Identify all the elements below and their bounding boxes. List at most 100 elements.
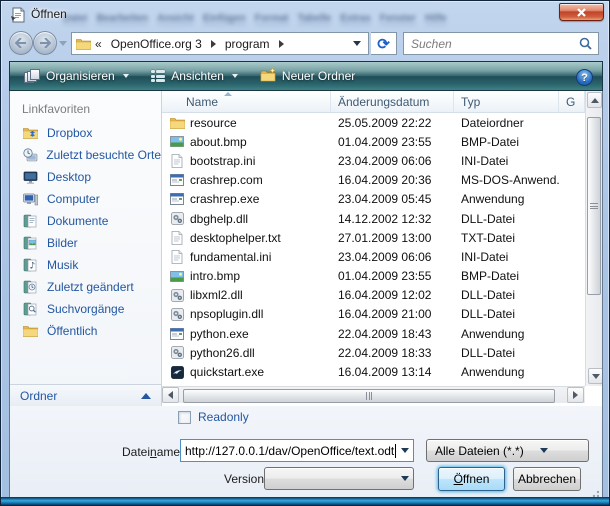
file-name: dbghelp.dll (190, 212, 248, 226)
chevron-right-icon[interactable] (279, 40, 284, 48)
file-row[interactable]: fundamental.ini23.04.2009 06:06INI-Datei (162, 247, 585, 266)
file-row[interactable]: python26.dll22.04.2009 18:33DLL-Datei (162, 343, 585, 362)
scroll-right-button[interactable] (567, 387, 584, 403)
file-name: about.bmp (190, 135, 247, 149)
column-header-size[interactable]: G (559, 91, 585, 112)
search-icon[interactable] (579, 37, 592, 50)
file-row[interactable]: bootstrap.ini23.04.2009 06:06INI-Datei (162, 151, 585, 170)
file-type: DLL-Datei (454, 212, 559, 226)
filetype-select[interactable]: Alle Dateien (*.*) (426, 439, 589, 462)
version-dropdown-button[interactable] (396, 468, 413, 489)
searches-icon (22, 301, 39, 317)
background-menu-item: Format (255, 13, 289, 25)
readonly-checkbox[interactable] (178, 411, 191, 424)
file-row[interactable]: npsoplugin.dll16.04.2009 21:00DLL-Datei (162, 305, 585, 324)
close-button[interactable] (559, 3, 604, 21)
sidebar-item-computer[interactable]: Computer (10, 188, 161, 210)
background-menu-item: Tabelle (298, 13, 332, 25)
views-button[interactable]: Ansichten (143, 64, 246, 88)
chevron-up-icon (141, 393, 151, 399)
breadcrumb-overflow[interactable]: « (95, 37, 102, 51)
help-button[interactable]: ? (576, 69, 593, 86)
sidebar-item-label: Desktop (47, 170, 91, 184)
file-date: 01.04.2009 23:55 (331, 269, 454, 283)
new-folder-button[interactable]: Neuer Ordner (252, 64, 363, 88)
scroll-down-button[interactable] (588, 368, 602, 384)
readonly-label[interactable]: Readonly (198, 410, 249, 424)
breadcrumb-item-program[interactable]: program (222, 37, 273, 51)
address-dropdown[interactable] (353, 41, 361, 46)
file-type: BMP-Datei (454, 135, 559, 149)
column-header-date[interactable]: Änderungsdatum (331, 91, 454, 112)
search-placeholder: Suchen (411, 37, 579, 51)
recent-places-icon (22, 147, 38, 163)
column-header-type[interactable]: Typ (454, 91, 559, 112)
file-row[interactable]: resource25.05.2009 22:22Dateiordner (162, 113, 585, 132)
organize-icon (24, 69, 40, 83)
background-menu-item: Hilfe (425, 13, 447, 25)
sidebar-item--ffentlich[interactable]: Öffentlich (10, 320, 161, 342)
sidebar-item-suchvorg-nge[interactable]: Suchvorgänge (10, 298, 161, 320)
sidebar-item-desktop[interactable]: Desktop (10, 166, 161, 188)
sidebar-item-label: Musik (47, 258, 78, 272)
file-date: 22.04.2009 18:43 (331, 327, 454, 341)
chevron-right-icon[interactable] (211, 40, 216, 48)
refresh-button[interactable]: ⟳ (371, 32, 397, 55)
sidebar-item-label: Öffentlich (47, 324, 97, 338)
file-row[interactable]: libxml2.dll16.04.2009 12:02DLL-Datei (162, 286, 585, 305)
background-menu-item: Einfügen (203, 13, 246, 25)
close-icon (577, 8, 586, 17)
organize-button[interactable]: Organisieren (16, 64, 137, 88)
open-button[interactable]: Öffnen (438, 467, 505, 491)
file-row[interactable]: quickstart.exe16.04.2009 13:14Anwendung (162, 362, 585, 381)
breadcrumb[interactable]: « OpenOffice.org 3 program (71, 32, 369, 55)
sidebar-item-zuletzt-ge-ndert[interactable]: Zuletzt geändert (10, 276, 161, 298)
horizontal-scrollbar[interactable] (162, 386, 585, 403)
folders-expander[interactable]: Ordner (10, 384, 161, 406)
titlebar[interactable]: Öffnen DateiBearbeitenAnsichtEinfügenFor… (1, 1, 610, 29)
filename-dropdown-button[interactable] (396, 440, 413, 461)
version-select[interactable] (264, 467, 414, 490)
file-name: python.exe (190, 327, 249, 341)
filetype-dropdown-button[interactable] (532, 440, 549, 461)
file-row[interactable]: python.exe22.04.2009 18:43Anwendung (162, 324, 585, 343)
file-row[interactable]: dbghelp.dll14.12.2002 12:32DLL-Datei (162, 209, 585, 228)
file-date: 22.04.2009 18:33 (331, 346, 454, 360)
forward-button[interactable] (33, 31, 57, 55)
scroll-left-button[interactable] (162, 387, 179, 403)
file-type: Anwendung (454, 365, 559, 379)
file-row[interactable]: intro.bmp01.04.2009 23:55BMP-Datei (162, 267, 585, 286)
file-row[interactable]: desktophelper.txt27.01.2009 13:00TXT-Dat… (162, 228, 585, 247)
sidebar-item-dokumente[interactable]: Dokumente (10, 210, 161, 232)
sidebar-item-musik[interactable]: ♪Musik (10, 254, 161, 276)
search-input[interactable]: Suchen (403, 32, 599, 55)
file-row[interactable]: about.bmp01.04.2009 23:55BMP-Datei (162, 132, 585, 151)
breadcrumb-item-openoffice[interactable]: OpenOffice.org 3 (108, 37, 205, 51)
sidebar-item-zuletzt-besuchte-orte[interactable]: Zuletzt besuchte Orte (10, 144, 161, 166)
quickstart-icon (169, 365, 185, 380)
cancel-button[interactable]: Abbrechen (513, 467, 581, 491)
file-name: bootstrap.ini (190, 154, 255, 168)
file-date: 16.04.2009 21:00 (331, 307, 454, 321)
sidebar-item-bilder[interactable]: Bilder (10, 232, 161, 254)
app-icon (169, 173, 185, 188)
horizontal-scrollbar-thumb[interactable] (183, 389, 555, 403)
scroll-up-button[interactable] (587, 92, 602, 108)
triangle-right-icon (573, 391, 578, 399)
file-name: crashrep.com (190, 173, 263, 187)
file-row[interactable]: crashrep.exe23.04.2009 05:45Anwendung (162, 190, 585, 209)
vertical-scrollbar[interactable] (585, 91, 602, 386)
resize-grip[interactable] (589, 487, 599, 497)
file-row[interactable]: crashrep.com16.04.2009 20:36MS-DOS-Anwen… (162, 171, 585, 190)
bmp-icon (169, 134, 185, 149)
filename-input[interactable]: http://127.0.0.1/dav/OpenOffice/text.odt (180, 439, 414, 462)
background-app-menubar: DateiBearbeitenAnsichtEinfügenFormatTabe… (63, 8, 493, 26)
sidebar-item-dropbox[interactable]: Dropbox (10, 122, 161, 144)
dll-icon (169, 307, 185, 322)
file-name: fundamental.ini (190, 250, 271, 264)
vertical-scrollbar-thumb[interactable] (587, 117, 601, 295)
file-date: 23.04.2009 06:06 (331, 154, 454, 168)
back-button[interactable] (9, 31, 33, 55)
column-header-name[interactable]: Name (162, 91, 331, 112)
history-dropdown[interactable] (59, 41, 67, 46)
